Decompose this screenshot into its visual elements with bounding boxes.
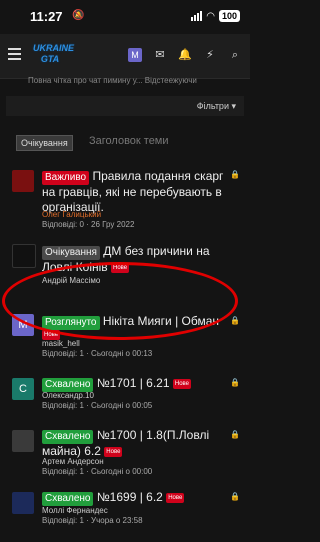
wifi-icon: ◠: [206, 10, 215, 22]
messages-icon[interactable]: ✉: [153, 48, 167, 62]
highlight-circle: [2, 262, 238, 340]
pin-lock-icons: 🔒: [230, 170, 240, 179]
prefix-badge: Схвалено: [42, 378, 94, 392]
status-indicators: ◠ 100: [191, 10, 240, 22]
user-avatar[interactable]: M: [128, 48, 142, 62]
thread-avatar: C: [12, 378, 34, 400]
thread-meta: Відповіді: 1 · Сьогодні о 00:13: [42, 349, 153, 358]
thread-avatar: [12, 430, 34, 452]
prefix-select[interactable]: Очікування: [16, 135, 73, 151]
new-thread-row: Очікування Заголовок теми: [6, 132, 244, 152]
bell-icon[interactable]: 🔔: [178, 48, 192, 62]
thread-author[interactable]: Артем Андерсон: [42, 457, 104, 466]
lock-icon: 🔒: [230, 492, 240, 501]
new-badge: Нове: [104, 446, 123, 457]
mute-icon: 🔕: [72, 10, 85, 21]
thread-item[interactable]: C Схвалено №1701 | 6.21 Нове Олександр.1…: [6, 374, 244, 414]
thread-avatar: [12, 244, 36, 268]
thread-avatar: [12, 170, 34, 192]
lightning-icon[interactable]: ⚡: [203, 48, 217, 62]
thread-title[interactable]: Схвалено №1700 | 1.8(П.Ловлі майна) 6.2 …: [42, 428, 224, 459]
thread-title[interactable]: Схвалено №1701 | 6.21 Нове: [42, 376, 224, 392]
logo-line1: UKRAINE: [33, 43, 75, 53]
thread-item[interactable]: Схвалено №1700 | 1.8(П.Ловлі майна) 6.2 …: [6, 426, 244, 478]
prefix-badge: Очікування: [42, 246, 100, 260]
thread-title-text: №1701 | 6.21: [96, 376, 170, 390]
thread-title-text: №1699 | 6.2: [96, 490, 163, 504]
thread-meta: Відповіді: 0 · 26 Гру 2022: [42, 220, 135, 229]
thread-title[interactable]: Важливо Правила подання скарг на гравців…: [42, 169, 224, 215]
new-badge: Нове: [166, 492, 185, 503]
nav-icons: M ✉ 🔔 ⚡ ⌕: [128, 48, 242, 62]
status-bar: 11:27 🔕 ◠ 100: [0, 0, 250, 34]
breadcrumb-trail[interactable]: Повна чітка про чат пимину у... Відстееж…: [28, 76, 197, 85]
site-logo[interactable]: UKRAINE GTA: [33, 43, 75, 67]
prefix-badge: Важливо: [42, 171, 90, 185]
search-icon[interactable]: ⌕: [228, 48, 242, 62]
new-badge: Нове: [172, 378, 192, 389]
thread-author[interactable]: masik_hell: [42, 339, 80, 348]
filters-bar: Фільтри ▾: [6, 96, 244, 116]
thread-author[interactable]: Моллі Фернандес: [42, 506, 108, 515]
prefix-badge: Схвалено: [42, 430, 94, 444]
thread-item[interactable]: Схвалено №1699 | 6.2 Нове Моллі Фернанде…: [6, 488, 244, 532]
logo-line2: GTA: [40, 54, 60, 64]
thread-title-input[interactable]: Заголовок теми: [89, 135, 169, 147]
lock-icon: 🔒: [230, 378, 240, 387]
top-navbar: UKRAINE GTA M ✉ 🔔 ⚡ ⌕: [0, 34, 250, 79]
menu-icon[interactable]: [8, 48, 21, 63]
signal-icon: [191, 11, 203, 21]
lock-icon: 🔒: [230, 430, 240, 439]
thread-avatar: [12, 492, 34, 514]
thread-meta: Відповіді: 1 · Сьогодні о 00:00: [42, 467, 153, 476]
thread-title[interactable]: Схвалено №1699 | 6.2 Нове: [42, 490, 224, 506]
filters-dropdown[interactable]: Фільтри ▾: [197, 101, 236, 112]
thread-author[interactable]: Олег Галицький: [42, 210, 101, 219]
prefix-badge: Схвалено: [42, 492, 94, 506]
battery-icon: 100: [218, 10, 240, 22]
thread-meta: Відповіді: 1 · Сьогодні о 00:05: [42, 401, 153, 410]
thread-meta: Відповіді: 1 · Учора о 23:58: [42, 516, 143, 525]
lock-icon: 🔒: [230, 316, 240, 325]
thread-author[interactable]: Олександр.10: [42, 391, 94, 400]
status-time: 11:27: [30, 9, 63, 24]
thread-item[interactable]: Важливо Правила подання скарг на гравців…: [6, 166, 244, 229]
